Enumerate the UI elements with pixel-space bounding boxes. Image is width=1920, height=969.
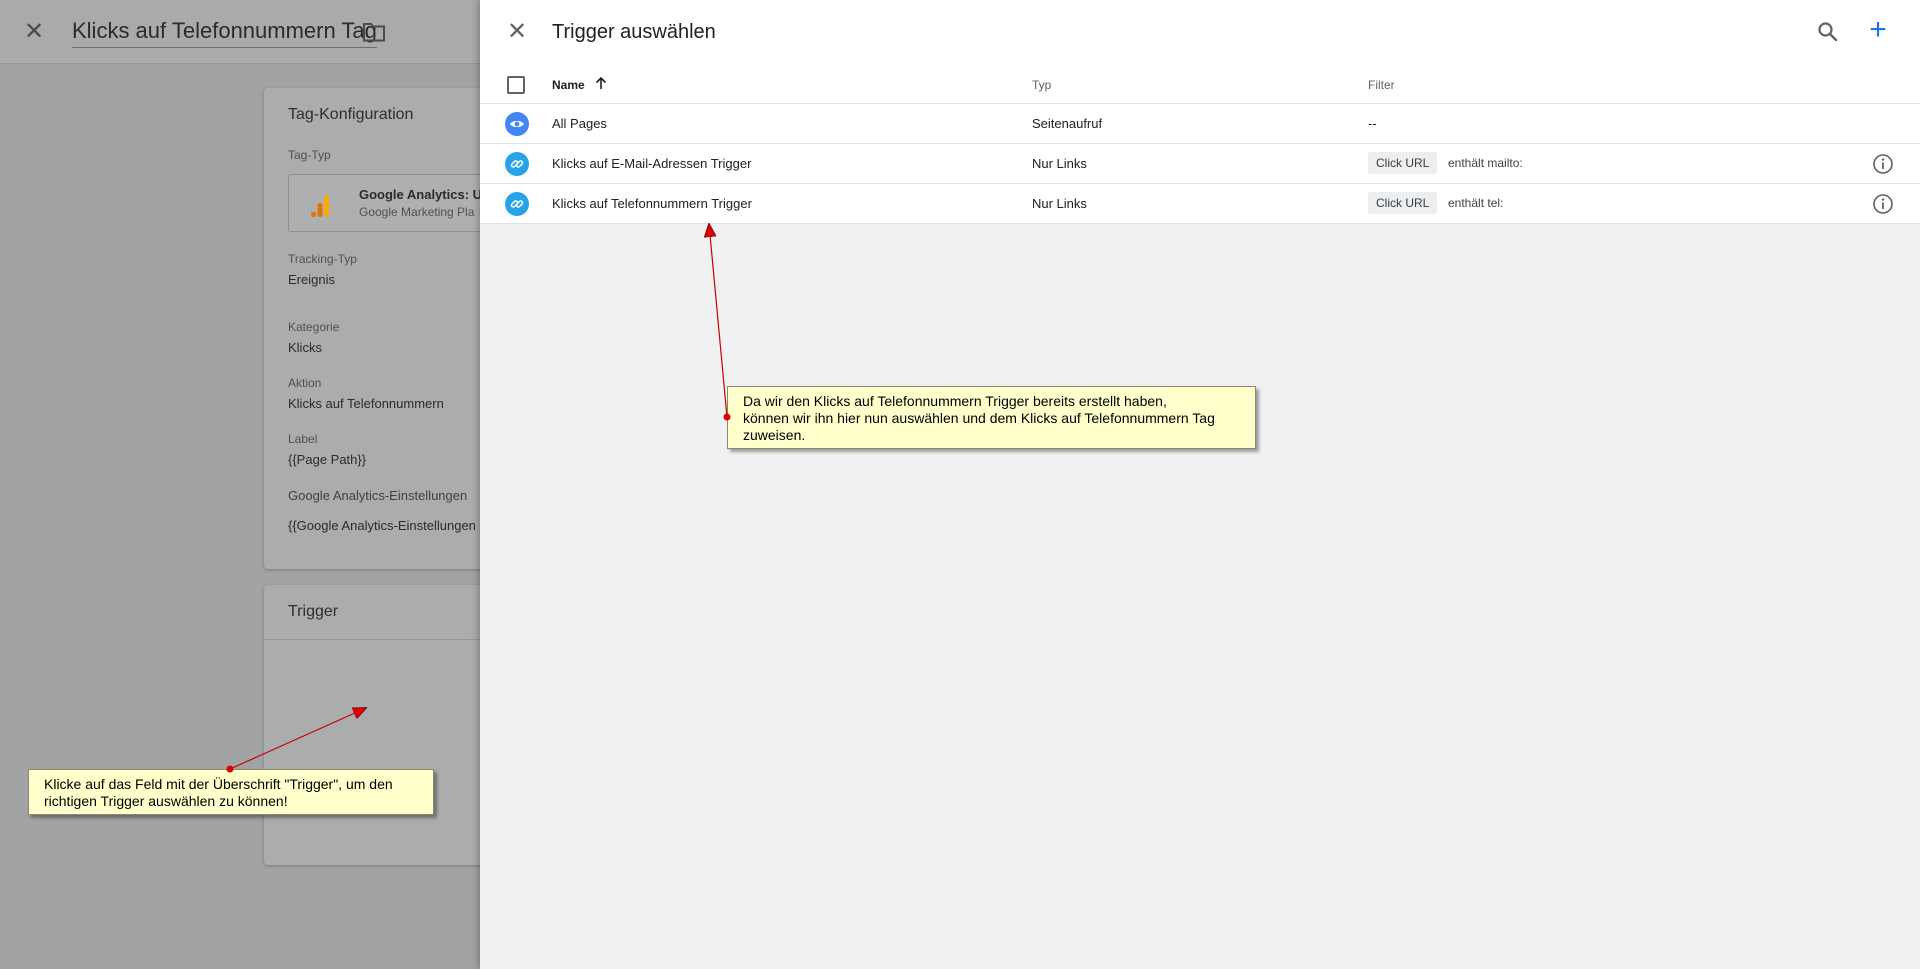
tag-type-name: Google Analytics: Ur (359, 187, 488, 202)
card-title: Tag-Konfiguration (288, 106, 414, 123)
filter-variable-chip: Click URL (1368, 152, 1438, 174)
divider (264, 639, 504, 640)
annotation-callout: Klicke auf das Feld mit der Überschrift … (28, 769, 434, 815)
search-icon[interactable] (1815, 19, 1841, 45)
tracking-type-label: Tracking-Typ (288, 252, 357, 266)
annotation-line: können wir ihn hier nun auswählen und de… (743, 410, 1215, 426)
tag-type-box[interactable]: Google Analytics: Ur Google Marketing Pl… (288, 174, 504, 232)
annotation-line: zuweisen. (743, 427, 806, 443)
annotation-line: Klicke auf das Feld mit der Überschrift … (44, 776, 393, 792)
tag-type-label: Tag-Typ (288, 148, 331, 162)
trigger-name: All Pages (552, 116, 607, 131)
label-value: {{Page Path}} (288, 452, 367, 467)
column-header-name[interactable]: Name (552, 78, 585, 92)
filter-variable-chip: Click URL (1368, 192, 1438, 214)
ga-settings-label: Google Analytics-Einstellungen (288, 488, 468, 503)
column-header-type[interactable]: Typ (1032, 78, 1051, 92)
folder-icon[interactable] (362, 21, 386, 43)
annotation-line: Da wir den Klicks auf Telefonnummern Tri… (743, 393, 1167, 409)
annotation-line: richtigen Trigger auswählen zu können! (44, 793, 288, 809)
add-trigger-button[interactable]: + (1863, 15, 1893, 46)
tracking-type-value: Ereignis (288, 272, 335, 287)
filter-condition: enthält tel: (1448, 196, 1504, 210)
trigger-table: Name Typ Filter All Pages Seitenaufruf -… (480, 66, 1920, 224)
google-analytics-logo-icon (311, 195, 329, 217)
close-icon[interactable]: ✕ (22, 20, 46, 44)
info-icon[interactable] (1872, 153, 1894, 175)
card-title: Trigger (288, 603, 339, 620)
label-label: Label (288, 432, 318, 446)
table-row[interactable]: Klicks auf E-Mail-Adressen Trigger Nur L… (480, 144, 1920, 184)
column-header-filter: Filter (1368, 78, 1395, 92)
filter-condition: enthält mailto: (1448, 156, 1523, 170)
sort-ascending-icon[interactable] (593, 74, 609, 92)
action-value: Klicks auf Telefonnummern (288, 396, 444, 411)
ga-settings-value: {{Google Analytics-Einstellungen (288, 518, 476, 533)
info-icon[interactable] (1872, 193, 1894, 215)
select-all-checkbox[interactable] (507, 76, 525, 94)
category-label: Kategorie (288, 320, 340, 334)
trigger-name: Klicks auf E-Mail-Adressen Trigger (552, 156, 752, 171)
category-value: Klicks (288, 340, 322, 355)
tag-configuration-card[interactable]: Tag-Konfiguration Tag-Typ Google Analyti… (264, 88, 504, 569)
trigger-select-panel: ✕ Trigger auswählen + Name Typ Filter Al… (480, 0, 1920, 969)
link-icon (505, 192, 529, 216)
table-header-row: Name Typ Filter (480, 66, 1920, 104)
action-label: Aktion (288, 376, 322, 390)
table-row[interactable]: All Pages Seitenaufruf -- (480, 104, 1920, 144)
close-icon[interactable]: ✕ (505, 20, 529, 44)
trigger-type: Seitenaufruf (1032, 116, 1103, 131)
trigger-type: Nur Links (1032, 196, 1087, 211)
panel-header: ✕ Trigger auswählen + (480, 0, 1920, 66)
link-icon (505, 152, 529, 176)
trigger-type: Nur Links (1032, 156, 1087, 171)
table-row[interactable]: Klicks auf Telefonnummern Trigger Nur Li… (480, 184, 1920, 224)
tag-type-subtitle: Google Marketing Pla (359, 205, 475, 219)
trigger-filter: -- (1368, 116, 1377, 131)
panel-title: Trigger auswählen (552, 21, 716, 43)
eye-icon (505, 112, 529, 136)
trigger-card[interactable]: Trigger (264, 585, 504, 865)
tag-name-field[interactable]: Klicks auf Telefonnummern Tag (72, 18, 377, 48)
trigger-name: Klicks auf Telefonnummern Trigger (552, 196, 752, 211)
annotation-callout: Da wir den Klicks auf Telefonnummern Tri… (727, 386, 1256, 449)
